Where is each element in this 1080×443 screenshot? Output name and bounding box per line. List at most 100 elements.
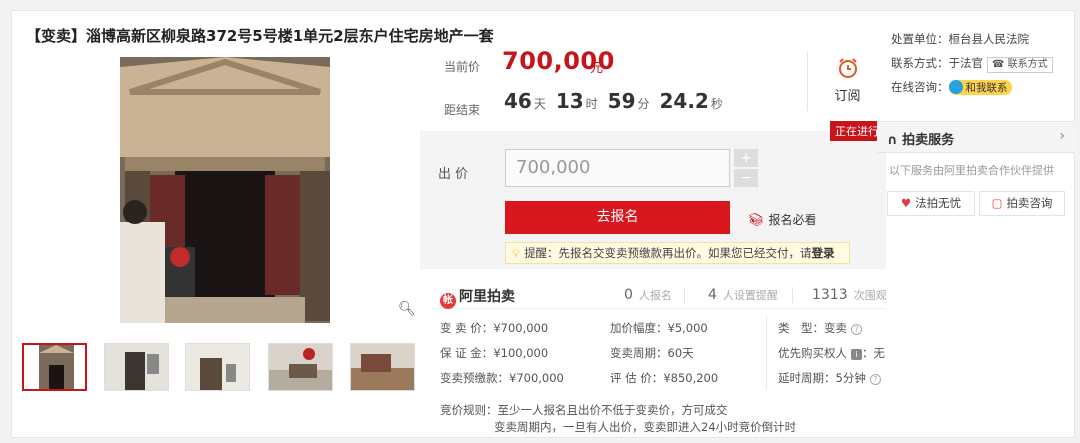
- bid-label: 出 价: [438, 167, 469, 182]
- page-title: 【变卖】淄博高新区柳泉路372号5号楼1单元2层东户住宅房地产一套: [26, 27, 494, 45]
- thumbnail-3[interactable]: [185, 343, 250, 391]
- current-price-label: 当前价: [444, 60, 481, 74]
- main-photo[interactable]: 🔍︎: [25, 57, 420, 323]
- help-icon[interactable]: ?: [851, 324, 862, 335]
- price-box: 当前价 700,000 元 距结束 46 天 13 时 59 分 24.2 秒 订阅: [432, 41, 886, 121]
- rule-label: 竞价规则：: [440, 403, 498, 417]
- thumbnail-4[interactable]: [268, 343, 333, 391]
- priority-label: 优先购买权人: [778, 346, 847, 360]
- ali-auction-logo: 帐阿里拍卖: [440, 286, 515, 309]
- period-label: 变卖周期：: [610, 346, 668, 360]
- reserve-price: 变 卖 价：¥700,000: [440, 320, 548, 336]
- stats-row: 帐阿里拍卖 0 人报名 4 人设置提醒 1313 次围观: [432, 281, 887, 309]
- rule-line-1: 至少一人报名且出价不低于变卖价，方可成交: [497, 403, 728, 417]
- must-read-link[interactable]: 📚︎ 报名必看: [748, 211, 817, 228]
- bid-area: 正在进行 出 价 700,000 + − 去报名 📚︎ 报名必看 💡︎ 提醒：先报名…: [420, 121, 886, 269]
- reminder-tip: 💡︎ 提醒：先报名交变卖预缴款再出价。如果您已经交付，请登录: [505, 242, 850, 264]
- phone-icon: ☎︎: [992, 59, 1008, 70]
- views-count: 1313: [812, 287, 848, 303]
- reserve-price-label: 变 卖 价：: [440, 321, 494, 335]
- service-btn2-label: 拍卖咨询: [1006, 196, 1053, 210]
- book-icon: 📚︎: [748, 213, 765, 228]
- bid-input[interactable]: 700,000: [505, 149, 730, 187]
- sale-period: 变卖周期：60天: [610, 345, 694, 361]
- days-unit: 天: [533, 97, 546, 111]
- must-read-label: 报名必看: [768, 213, 817, 227]
- auction-consult-button[interactable]: ▢ 拍卖咨询: [979, 191, 1065, 216]
- legal-auction-worry-free-button[interactable]: ♥︎ 法拍无忧: [887, 191, 975, 216]
- prepay-value: ¥700,000: [509, 371, 564, 385]
- views-stat: 1313 次围观: [812, 287, 887, 303]
- thumbnail-2[interactable]: [104, 343, 169, 391]
- prepay-label: 变卖预缴款：: [440, 371, 509, 385]
- brand-name: 阿里拍卖: [459, 289, 515, 305]
- lightbulb-icon: 💡︎: [512, 246, 521, 260]
- alarm-clock-icon: [838, 58, 857, 78]
- contact-label: 联系方式：: [891, 56, 949, 70]
- hours-unit: 时: [585, 97, 598, 111]
- court-label: 处置单位：: [891, 32, 949, 46]
- chat-button-label: 和我联系: [965, 82, 1008, 94]
- countdown: 46 天 13 时 59 分 24.2 秒: [504, 89, 726, 113]
- valuation-label: 评 估 价：: [610, 371, 664, 385]
- reserve-price-value: ¥700,000: [493, 321, 549, 335]
- bidding-rules: 竞价规则：至少一人报名且出价不低于变卖价，方可成交 变卖周期内，一旦有人出价，变…: [440, 402, 796, 436]
- thumbnail-strip: [22, 343, 422, 393]
- divider: [684, 287, 685, 303]
- chat-button[interactable]: 和我联系: [948, 80, 1012, 95]
- valuation: 评 估 价：¥850,200: [610, 370, 718, 386]
- countdown-hours: 13: [555, 89, 584, 113]
- delay-label: 延时周期：: [778, 371, 836, 385]
- delay-value: 5分钟: [835, 371, 866, 385]
- message-icon: ▢: [991, 196, 1003, 210]
- reminders-count: 4: [708, 287, 717, 303]
- reminders-label: 人设置提醒: [722, 289, 778, 302]
- deposit: 保 证 金：¥100,000: [440, 345, 548, 361]
- type-value: 变卖: [824, 321, 847, 335]
- thumbnail-5[interactable]: [350, 343, 415, 391]
- applicants-label: 人报名: [638, 289, 672, 302]
- increment-value: ¥5,000: [667, 321, 708, 335]
- service-title-text: 拍卖服务: [902, 133, 955, 148]
- increment: 加价幅度：¥5,000: [610, 320, 708, 336]
- seconds-unit: 秒: [710, 97, 723, 111]
- prepayment: 变卖预缴款：¥700,000: [440, 370, 564, 386]
- chat-icon: [948, 80, 963, 94]
- headset-icon: ∩: [887, 133, 903, 148]
- service-description: 以下服务由阿里拍卖合作伙伴提供: [889, 164, 1054, 177]
- tip-text: 提醒：先报名交变卖预缴款再出价。如果您已经交付，请: [524, 246, 812, 260]
- decrease-button[interactable]: −: [734, 169, 758, 187]
- signup-button[interactable]: 去报名: [505, 201, 730, 234]
- thumbnail-1[interactable]: [22, 343, 87, 391]
- delay-period: 延时周期：5分钟?: [778, 370, 881, 386]
- sidebar: 处置单位：桓台县人民法院 联系方式：于法官 ☎︎ 联系方式 在线咨询： 和我联系 ∩…: [877, 11, 1075, 438]
- increase-button[interactable]: +: [734, 149, 758, 167]
- court-info: 处置单位：桓台县人民法院 联系方式：于法官 ☎︎ 联系方式 在线咨询： 和我联系: [891, 27, 1053, 99]
- contact-value: 于法官: [948, 56, 984, 70]
- login-link[interactable]: 登录: [812, 246, 835, 260]
- ali-logo-icon: 帐: [440, 293, 456, 309]
- rule-line-2: 变卖周期内，一旦有人出价，变卖即进入24小时竞价倒计时: [494, 420, 797, 434]
- magnify-icon[interactable]: 🔍︎: [398, 301, 416, 317]
- period-value: 60天: [667, 346, 694, 360]
- divider: [792, 287, 793, 303]
- heart-icon: ♥︎: [900, 196, 912, 210]
- auction-type: 类 型：变卖?: [778, 320, 862, 336]
- priority-buyer: 优先购买权人 i ：无: [778, 346, 885, 360]
- type-label: 类 型：: [778, 321, 824, 335]
- service-header[interactable]: ∩ 拍卖服务 ›: [877, 121, 1075, 153]
- status-badge: 正在进行: [830, 121, 884, 141]
- increment-label: 加价幅度：: [610, 321, 668, 335]
- countdown-minutes: 59: [607, 89, 636, 113]
- contact-button[interactable]: ☎︎ 联系方式: [987, 57, 1053, 73]
- chevron-right-icon[interactable]: ›: [1059, 128, 1065, 144]
- deposit-label: 保 证 金：: [440, 346, 494, 360]
- applicants-stat: 0 人报名: [624, 287, 672, 303]
- subscribe-button[interactable]: 订阅: [807, 51, 887, 111]
- applicants-count: 0: [624, 287, 633, 303]
- divider: [766, 316, 767, 390]
- service-btn1-label: 法拍无忧: [915, 196, 962, 210]
- info-icon[interactable]: i: [851, 349, 862, 360]
- consult-label: 在线咨询：: [891, 80, 949, 94]
- minutes-unit: 分: [637, 97, 650, 111]
